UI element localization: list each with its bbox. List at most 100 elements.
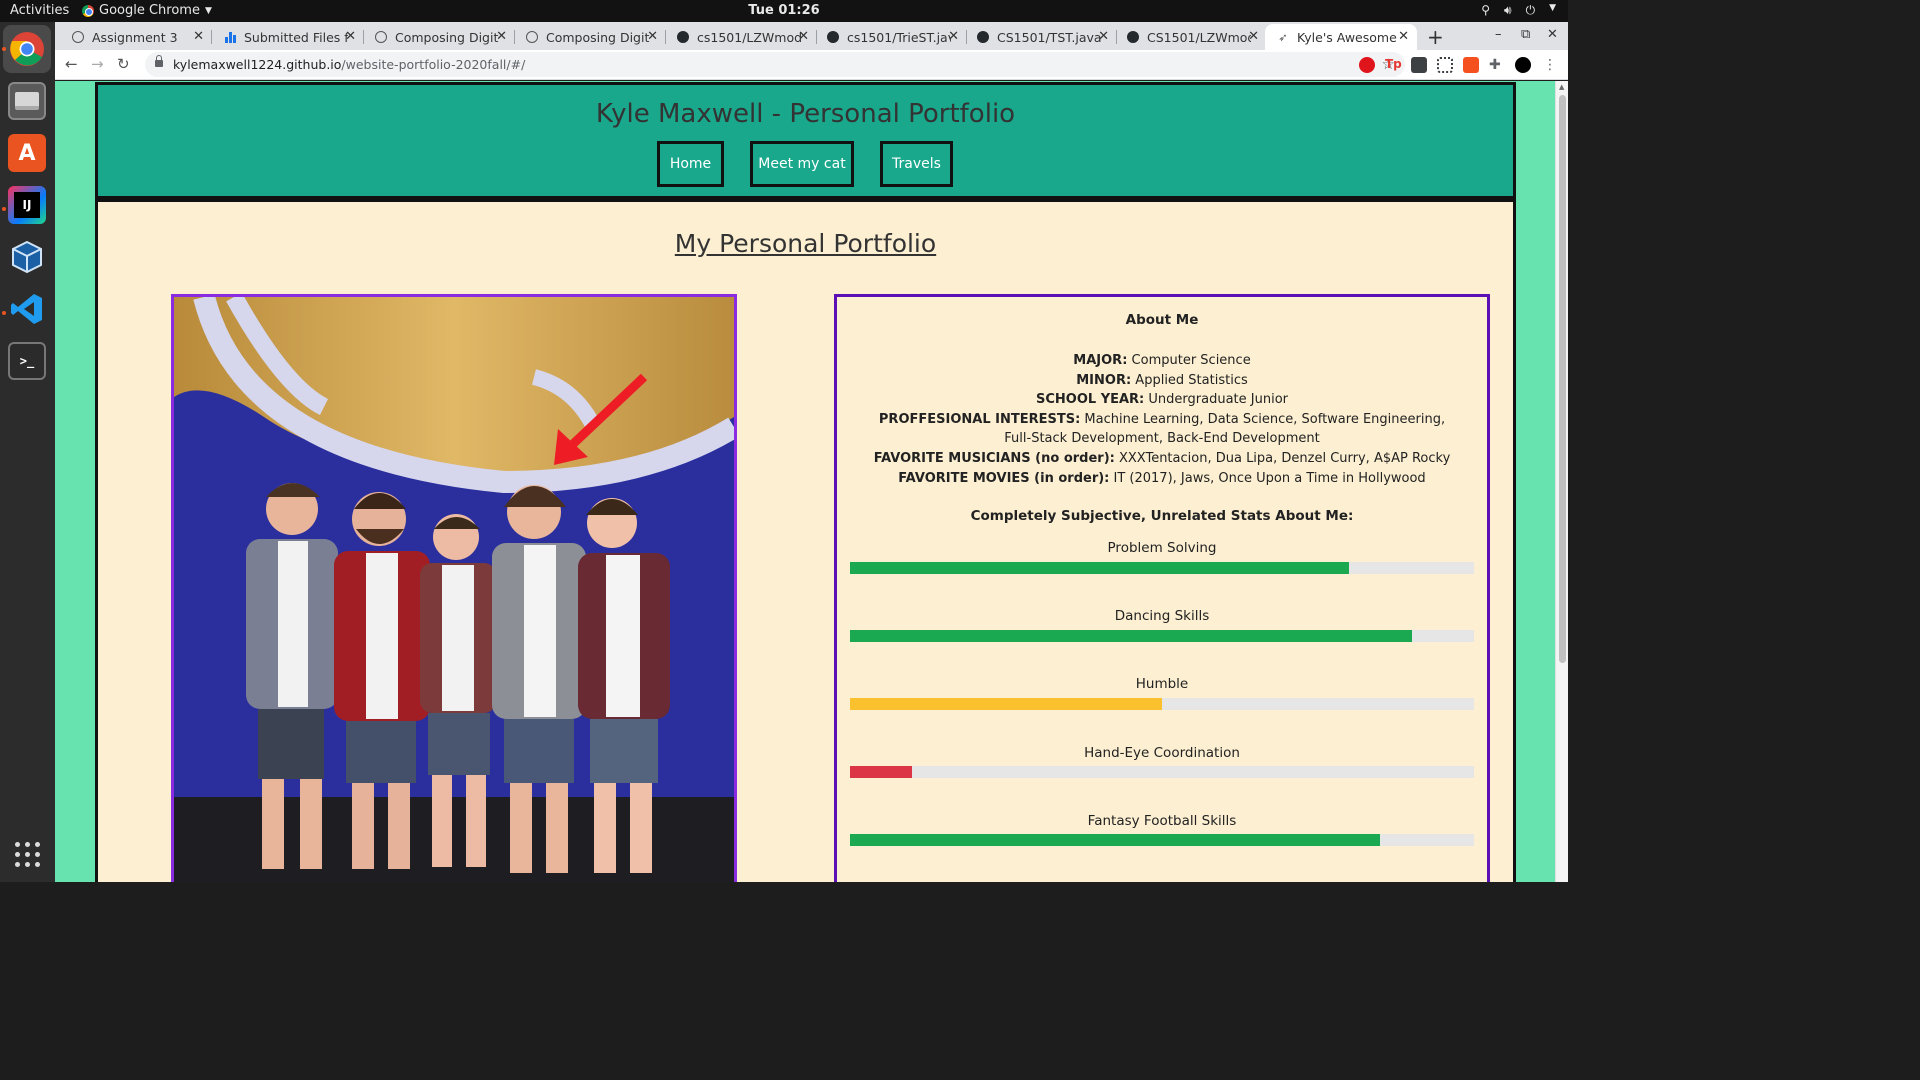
- tab[interactable]: Composing Digita ✕: [363, 24, 515, 50]
- page-viewport: Kyle Maxwell - Personal Portfolio Home M…: [55, 81, 1568, 882]
- tab-active[interactable]: ➶ Kyle's Awesome P ✕: [1265, 24, 1417, 50]
- tab-label: cs1501/LZWmod.: [697, 29, 801, 45]
- dock-virtualbox[interactable]: [8, 238, 46, 276]
- fact-key: FAVORITE MOVIES (in order):: [898, 470, 1110, 486]
- scrollbar-thumb[interactable]: [1559, 95, 1566, 663]
- chrome-icon: [10, 32, 44, 66]
- close-icon[interactable]: ✕: [798, 29, 809, 44]
- tab-label: Submitted Files fo: [244, 29, 348, 45]
- profile-avatar[interactable]: [1515, 57, 1531, 73]
- tab-label: CS1501/TST.java a: [997, 29, 1101, 45]
- close-icon[interactable]: ✕: [1398, 29, 1409, 44]
- stat-progress-bar: [850, 698, 1474, 710]
- new-tab-button[interactable]: +: [1427, 25, 1444, 49]
- puzzle-extensions-icon[interactable]: ✚: [1489, 57, 1505, 73]
- fact-school-year: SCHOOL YEAR: Undergraduate Junior: [869, 390, 1455, 410]
- globe-icon: [375, 31, 387, 43]
- stat-label: Problem Solving: [1107, 540, 1217, 556]
- dock-files[interactable]: [8, 82, 46, 120]
- clock[interactable]: Tue 01:26: [0, 3, 1568, 18]
- fact-key: FAVORITE MUSICIANS (no order):: [873, 450, 1115, 466]
- dock-vscode[interactable]: [8, 290, 46, 328]
- page-scrollbar[interactable]: ▲: [1555, 81, 1568, 882]
- volume-icon: 🔊︎: [1504, 3, 1512, 17]
- about-me-facts: MAJOR: Computer Science MINOR: Applied S…: [869, 351, 1455, 488]
- tab[interactable]: Assignment 3 ✕: [60, 24, 212, 50]
- fact-key: MINOR:: [1076, 372, 1132, 388]
- tab[interactable]: Submitted Files fo ✕: [212, 24, 364, 50]
- stat-progress-fill: [850, 698, 1162, 710]
- tab[interactable]: CS1501/LZWmod ✕: [1115, 24, 1267, 50]
- running-indicator: [2, 47, 6, 51]
- fact-value: IT (2017), Jaws, Once Upon a Time in Hol…: [1109, 470, 1426, 486]
- tab[interactable]: CS1501/TST.java a ✕: [965, 24, 1117, 50]
- stat-progress-bar: [850, 562, 1474, 574]
- address-bar[interactable]: kylemaxwell1224.github.io/website-portfo…: [145, 52, 1405, 77]
- reload-button[interactable]: ↻: [117, 55, 130, 73]
- page-title: My Personal Portfolio: [674, 229, 937, 258]
- nav-meet-my-cat-button[interactable]: Meet my cat: [750, 141, 854, 187]
- scroll-up-icon[interactable]: ▲: [1559, 83, 1564, 91]
- stat-label: Humble: [1135, 676, 1189, 692]
- fact-key: PROFFESIONAL INTERESTS:: [878, 411, 1081, 427]
- site-title: Kyle Maxwell - Personal Portfolio: [595, 99, 1016, 129]
- off-extension-icon[interactable]: [1463, 57, 1479, 73]
- tab-label: CS1501/LZWmod: [1147, 29, 1251, 45]
- fact-interests: PROFFESIONAL INTERESTS: Machine Learning…: [869, 410, 1455, 449]
- close-icon[interactable]: ✕: [345, 29, 356, 44]
- fact-musicians: FAVORITE MUSICIANS (no order): XXXTentac…: [869, 449, 1455, 469]
- stat-progress-fill: [850, 630, 1412, 642]
- tab-label: cs1501/TrieST.jav: [847, 29, 951, 45]
- close-icon[interactable]: ✕: [496, 29, 507, 44]
- close-icon[interactable]: ✕: [1098, 29, 1109, 44]
- network-icon: ⚲: [1481, 3, 1491, 17]
- back-button[interactable]: ←: [65, 55, 78, 73]
- github-icon: [827, 31, 839, 43]
- show-applications-icon[interactable]: [15, 842, 41, 868]
- site-header: Kyle Maxwell - Personal Portfolio Home M…: [95, 82, 1516, 202]
- tp-extension-icon[interactable]: Tp: [1385, 57, 1402, 73]
- nav-home-button[interactable]: Home: [657, 141, 724, 187]
- qr-extension-icon[interactable]: [1437, 57, 1453, 73]
- close-icon[interactable]: ✕: [647, 29, 658, 44]
- chart-icon: [224, 31, 236, 43]
- dock-software-center[interactable]: A: [8, 134, 46, 172]
- close-icon[interactable]: ✕: [1248, 29, 1259, 44]
- stat-label: Fantasy Football Skills: [1087, 813, 1237, 829]
- close-icon[interactable]: ✕: [193, 29, 204, 44]
- kebab-menu-icon[interactable]: ⋮: [1543, 57, 1559, 73]
- opera-extension-icon[interactable]: [1359, 57, 1375, 73]
- tab-strip: Assignment 3 ✕ Submitted Files fo ✕ Comp…: [55, 22, 1568, 50]
- password-extension-icon[interactable]: [1411, 57, 1427, 73]
- tab-label: Assignment 3: [92, 29, 178, 45]
- dock-terminal[interactable]: >_: [8, 342, 46, 380]
- nav-travels-button[interactable]: Travels: [880, 141, 953, 187]
- fact-key: MAJOR:: [1073, 353, 1128, 368]
- github-icon: [1127, 31, 1139, 43]
- main-content: My Personal Portfolio About Me MAJOR: Co…: [95, 202, 1516, 882]
- group-photo-image: [174, 297, 734, 882]
- fact-minor: MINOR: Applied Statistics: [869, 371, 1455, 391]
- fact-value: XXXTentacion, Dua Lipa, Denzel Curry, A$…: [1114, 450, 1451, 466]
- dock-intellij[interactable]: IJ: [8, 186, 46, 224]
- lock-icon: [155, 55, 163, 67]
- stat-progress-fill: [850, 834, 1381, 846]
- fact-value: Undergraduate Junior: [1144, 392, 1288, 408]
- tab-label: Kyle's Awesome P: [1297, 29, 1401, 45]
- shopping-bag-icon: A: [18, 140, 36, 166]
- minimize-button[interactable]: –: [1495, 27, 1502, 42]
- intellij-icon: IJ: [14, 192, 40, 218]
- terminal-icon: >_: [19, 354, 35, 368]
- tab-label: Composing Digita: [546, 29, 650, 45]
- forward-button[interactable]: →: [91, 55, 104, 73]
- restore-button[interactable]: ⧉: [1521, 27, 1530, 42]
- close-window-button[interactable]: ✕: [1547, 27, 1558, 42]
- close-icon[interactable]: ✕: [948, 29, 959, 44]
- dock-chrome[interactable]: [3, 25, 51, 73]
- virtualbox-icon: [12, 240, 42, 274]
- system-tray[interactable]: ⚲ 🔊︎ ⏻ ▼: [1481, 3, 1556, 18]
- tab[interactable]: cs1501/LZWmod. ✕: [665, 24, 817, 50]
- tab[interactable]: cs1501/TrieST.jav ✕: [815, 24, 967, 50]
- fact-major: MAJOR: Computer Science: [869, 351, 1455, 371]
- tab[interactable]: Composing Digita ✕: [514, 24, 666, 50]
